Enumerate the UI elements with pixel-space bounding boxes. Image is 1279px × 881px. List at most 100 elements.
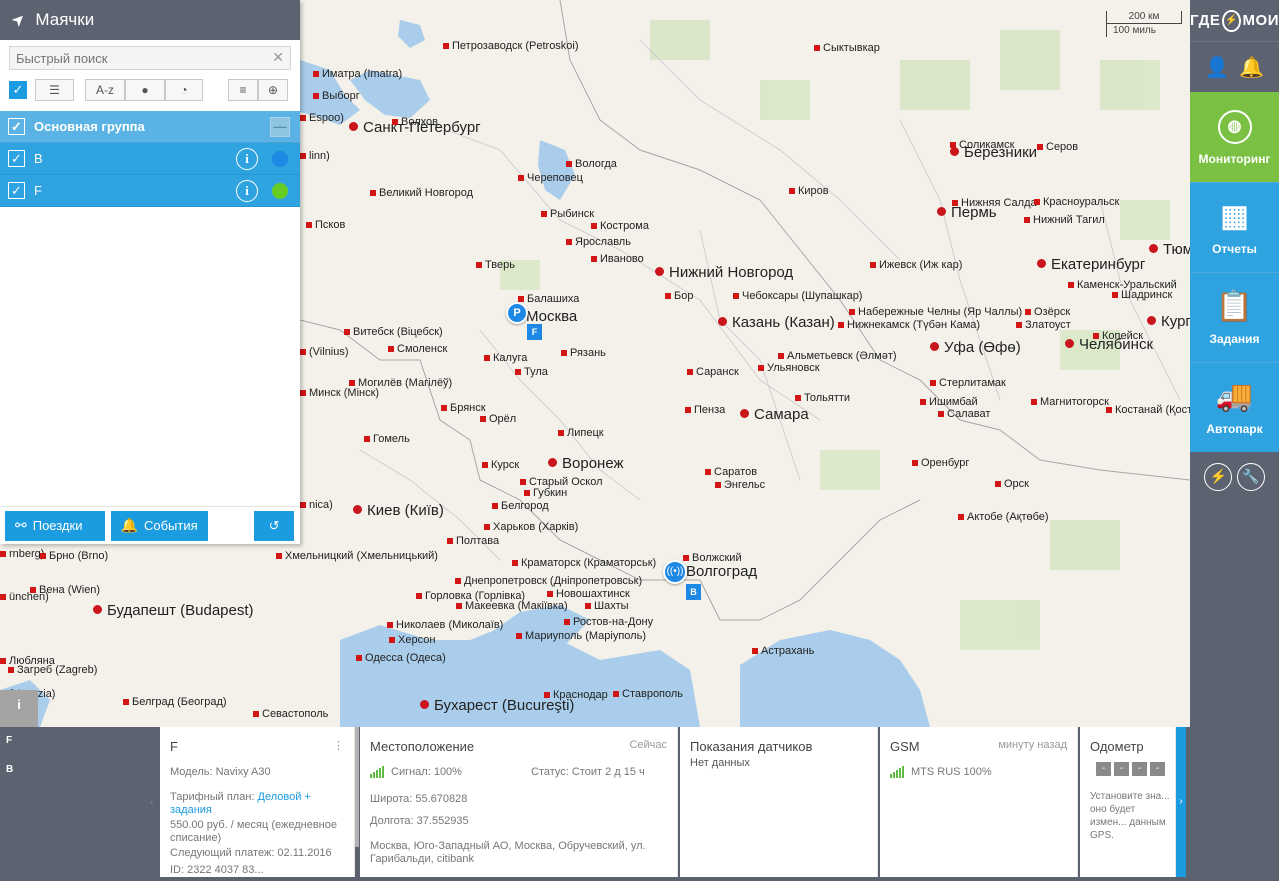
- nav-tasks[interactable]: 📋 Задания: [1190, 272, 1279, 362]
- city-label[interactable]: Херсон: [389, 634, 435, 646]
- city-label[interactable]: Энгельс: [715, 479, 765, 491]
- city-label[interactable]: Липецк: [558, 427, 604, 439]
- city-label[interactable]: Нижний Тагил: [1024, 214, 1105, 226]
- city-label[interactable]: Нижний Новгород: [655, 265, 793, 280]
- city-label[interactable]: Петрозаводск (Petroskoi): [443, 40, 579, 52]
- city-label[interactable]: Минск (Мінск): [300, 387, 379, 399]
- tracker-checkbox-b[interactable]: ✓: [8, 150, 25, 167]
- city-label[interactable]: Харьков (Харків): [484, 521, 578, 533]
- city-label[interactable]: Чебоксары (Шупашкар): [733, 290, 862, 302]
- city-label[interactable]: Тула: [515, 366, 548, 378]
- city-label[interactable]: Ярославль: [566, 236, 631, 248]
- city-label[interactable]: Курга: [1147, 314, 1190, 329]
- city-label[interactable]: Красноуральск: [1034, 196, 1119, 208]
- city-label[interactable]: Великий Новгород: [370, 187, 473, 199]
- city-label[interactable]: (Vilnius): [300, 346, 349, 358]
- locate-button[interactable]: ⊕: [258, 79, 288, 101]
- city-label[interactable]: Набережные Челны (Яр Чаллы): [849, 306, 1022, 318]
- city-label[interactable]: Одесса (Одеса): [356, 652, 446, 664]
- city-label[interactable]: Саратов: [705, 466, 757, 478]
- city-label[interactable]: Брно (Brno): [40, 550, 108, 562]
- city-label[interactable]: Магнитогорск: [1031, 396, 1109, 408]
- city-label[interactable]: Тверь: [476, 259, 515, 271]
- city-label[interactable]: Нижнекамск (Түбән Кама): [838, 319, 980, 331]
- city-label[interactable]: Бор: [665, 290, 693, 302]
- city-label[interactable]: Брянск: [441, 402, 486, 414]
- clear-search-icon[interactable]: ✕: [272, 49, 284, 66]
- filter-settings-button[interactable]: ≡: [228, 79, 258, 101]
- city-label[interactable]: Ставрополь: [613, 688, 683, 700]
- tracker-color-f[interactable]: [272, 182, 288, 199]
- city-label[interactable]: Espoo): [300, 112, 344, 124]
- city-label[interactable]: Киев (Київ): [353, 503, 444, 518]
- city-label[interactable]: Калуга: [484, 352, 527, 364]
- city-label[interactable]: nica): [300, 499, 333, 511]
- city-label[interactable]: rnberg): [0, 548, 44, 560]
- city-label[interactable]: Оренбург: [912, 457, 969, 469]
- select-all-checkbox[interactable]: ✓: [9, 81, 27, 99]
- city-label[interactable]: Шадринск: [1112, 289, 1172, 301]
- city-label[interactable]: Орск: [995, 478, 1029, 490]
- events-button[interactable]: 🔔 События: [110, 510, 209, 541]
- prev-arrow-icon[interactable]: ‹: [150, 797, 158, 808]
- lightning-icon[interactable]: ⚡: [1204, 463, 1233, 491]
- city-label[interactable]: Новошахтинск: [547, 588, 630, 600]
- map-info-button[interactable]: i: [0, 690, 38, 727]
- city-label[interactable]: Череповец: [518, 172, 583, 184]
- city-label[interactable]: Днепропетровск (Дніпропетровськ): [455, 575, 642, 587]
- city-label[interactable]: Балашиха: [518, 293, 579, 305]
- city-label[interactable]: Ростов-на-Дону: [564, 616, 653, 628]
- parking-marker[interactable]: P: [506, 302, 528, 324]
- city-label[interactable]: Костанай (Қостанай): [1106, 404, 1190, 416]
- city-label[interactable]: Мариуполь (Маріуполь): [516, 630, 646, 642]
- signal-marker-icon[interactable]: ((•)): [663, 560, 687, 584]
- city-label[interactable]: Псков: [306, 219, 345, 231]
- city-label[interactable]: Вологда: [566, 158, 617, 170]
- bell-icon[interactable]: 🔔: [1239, 55, 1264, 80]
- city-label[interactable]: Пенза: [685, 404, 725, 416]
- city-label[interactable]: Казань (Казан): [718, 315, 835, 330]
- quick-search-input[interactable]: [10, 47, 290, 69]
- city-label[interactable]: Саранск: [687, 366, 739, 378]
- nav-monitoring[interactable]: ◍ Мониторинг: [1190, 92, 1279, 182]
- sort-alpha-button[interactable]: A-z: [85, 79, 125, 101]
- city-label[interactable]: Ижевск (Иж кар): [870, 259, 962, 271]
- city-label[interactable]: Озёрск: [1025, 306, 1070, 318]
- city-label[interactable]: Сыктывкар: [814, 42, 880, 54]
- city-label[interactable]: ünchen): [0, 591, 49, 603]
- sort-speed-button[interactable]: ◔: [165, 79, 203, 101]
- city-label[interactable]: Витебск (Віцебск): [344, 326, 443, 338]
- city-label[interactable]: Тольятти: [795, 392, 850, 404]
- sort-status-button[interactable]: ●: [125, 79, 165, 101]
- wrench-icon[interactable]: 🔧: [1236, 463, 1265, 491]
- city-label[interactable]: Альметьевск (Әлмәт): [778, 350, 897, 362]
- city-label[interactable]: Екатеринбург: [1037, 257, 1145, 272]
- city-label[interactable]: Воронеж: [548, 456, 624, 471]
- tracker-color-b[interactable]: [272, 150, 288, 167]
- city-label[interactable]: Самара: [740, 407, 809, 422]
- nav-fleet[interactable]: 🚚 Автопарк: [1190, 362, 1279, 452]
- collapse-group-button[interactable]: —: [270, 116, 290, 137]
- nav-reports[interactable]: ▦ Отчеты: [1190, 182, 1279, 272]
- list-item[interactable]: F: [0, 727, 150, 756]
- city-label[interactable]: linn): [300, 150, 330, 162]
- city-label[interactable]: Макеевка (Макіївка): [456, 600, 568, 612]
- city-label[interactable]: Ишимбай: [920, 396, 978, 408]
- trips-button[interactable]: ⚯ Поездки: [5, 510, 105, 541]
- device-scrollbar[interactable]: [355, 727, 359, 847]
- city-label[interactable]: Орёл: [480, 413, 516, 425]
- list-item[interactable]: B: [0, 756, 150, 785]
- city-label[interactable]: Выборг: [313, 90, 360, 102]
- city-label[interactable]: Севастополь: [253, 708, 328, 720]
- city-label[interactable]: Иваново: [591, 253, 644, 265]
- city-label[interactable]: Рыбинск: [541, 208, 594, 220]
- city-label[interactable]: Астрахань: [752, 645, 814, 657]
- city-label[interactable]: Смоленск: [388, 343, 447, 355]
- city-label[interactable]: Гомель: [364, 433, 410, 445]
- city-label[interactable]: Ульяновск: [758, 362, 820, 374]
- group-main[interactable]: ✓ Основная группа —: [0, 111, 300, 143]
- tracker-item-f[interactable]: ✓ F i: [0, 175, 300, 207]
- city-label[interactable]: Волхов: [392, 116, 438, 128]
- city-label[interactable]: Хмельницкий (Хмельницький): [276, 550, 438, 562]
- city-label[interactable]: Челябинск: [1065, 337, 1153, 352]
